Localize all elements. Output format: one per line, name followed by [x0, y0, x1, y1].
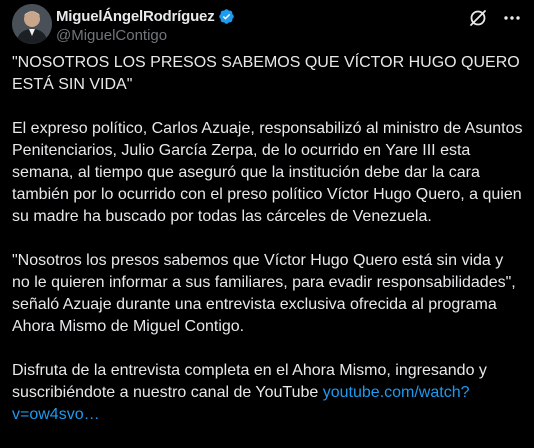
display-name-row: MiguelÁngelRodríguez — [56, 6, 235, 26]
header-actions — [454, 8, 522, 28]
grok-icon[interactable] — [468, 8, 488, 28]
post: MiguelÁngelRodríguez @MiguelContigo "NOS… — [0, 0, 534, 428]
avatar-image — [12, 4, 52, 44]
post-paragraph: "NOSOTROS LOS PRESOS SABEMOS QUE VÍCTOR … — [12, 54, 520, 93]
post-paragraph: El expreso político, Carlos Azuaje, resp… — [12, 120, 523, 225]
avatar[interactable] — [12, 4, 52, 44]
post-text: "NOSOTROS LOS PRESOS SABEMOS QUE VÍCTOR … — [12, 52, 524, 448]
author-display-name[interactable]: MiguelÁngelRodríguez — [56, 8, 215, 25]
author-handle[interactable]: @MiguelContigo — [56, 26, 235, 45]
post-paragraph-with-link: Disfruta de la entrevista completa en el… — [12, 360, 524, 426]
post-header: MiguelÁngelRodríguez @MiguelContigo — [12, 4, 522, 48]
author-names: MiguelÁngelRodríguez @MiguelContigo — [56, 6, 235, 45]
more-icon[interactable] — [502, 8, 522, 28]
post-paragraph: "Nosotros los presos sabemos que Víctor … — [12, 252, 516, 335]
verified-badge-icon — [218, 8, 235, 25]
